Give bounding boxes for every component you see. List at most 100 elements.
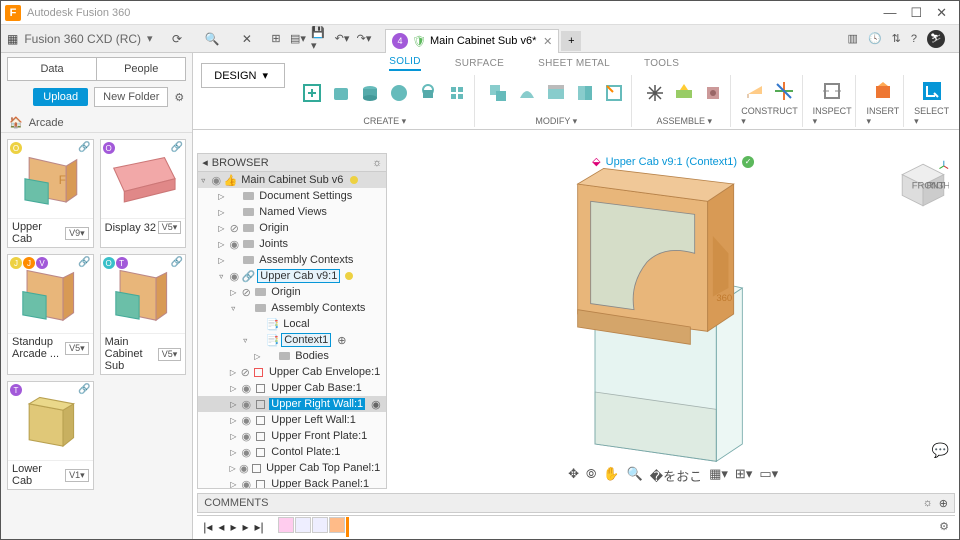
viewcube[interactable]: FRONT RIGHT (897, 159, 949, 211)
tree-node[interactable]: Upper Right Wall:1 (269, 398, 365, 410)
comments-options-icon[interactable]: ☼ (923, 497, 933, 509)
ribbon-tab[interactable]: SOLID (389, 56, 421, 71)
pan-icon[interactable]: ✋ (603, 466, 619, 485)
browser-options-icon[interactable]: ☼ (372, 157, 382, 169)
viewport-layout-icon[interactable]: ▭▾ (759, 466, 778, 485)
ribbon-tool[interactable] (444, 78, 470, 108)
asset-version[interactable]: V5▾ (158, 221, 182, 234)
tree-expand-icon[interactable]: ▷ (228, 288, 238, 297)
tree-node[interactable]: Upper Back Panel:1 (269, 478, 371, 488)
tree-node[interactable]: Assembly Contexts (257, 254, 355, 266)
asset-card[interactable]: O🔗FUpper CabV9▾ (7, 139, 94, 248)
new-folder-button[interactable]: New Folder (94, 87, 168, 107)
ribbon-tool[interactable] (514, 78, 540, 108)
ribbon-tab[interactable]: TOOLS (644, 58, 679, 69)
project-name[interactable]: Fusion 360 CXD (RC) (24, 32, 141, 46)
tree-node[interactable]: Contol Plate:1 (269, 446, 342, 458)
tree-node[interactable]: Upper Cab Base:1 (269, 382, 364, 394)
visibility-icon[interactable]: ◉ (239, 462, 249, 475)
ribbon-tool[interactable] (357, 78, 383, 108)
visibility-icon[interactable]: ◉ (228, 238, 240, 251)
timeline-start-icon[interactable]: |◂ (203, 520, 212, 534)
ribbon-tab[interactable]: SHEET METAL (538, 58, 610, 69)
tree-expand-icon[interactable]: ▿ (228, 304, 238, 313)
visibility-icon[interactable]: ◉ (240, 446, 252, 459)
visibility-icon[interactable]: ◉ (240, 414, 252, 427)
ribbon-tool[interactable] (700, 78, 726, 108)
tree-node[interactable]: Upper Cab Envelope:1 (267, 366, 382, 378)
grid-icon[interactable]: ⊞▾ (735, 466, 752, 485)
timeline-feature[interactable] (295, 517, 311, 533)
redo-icon[interactable]: ↷▾ (355, 30, 373, 48)
zoom-icon[interactable]: 🔍 (627, 466, 643, 485)
ribbon-tool[interactable] (742, 76, 768, 106)
visibility-icon[interactable]: ⊘ (240, 366, 251, 379)
workspace-switcher[interactable]: DESIGN▾ (201, 63, 285, 88)
visibility-icon[interactable]: ◉ (240, 398, 252, 411)
visibility-icon[interactable]: ◉ (240, 430, 252, 443)
tree-expand-icon[interactable]: ▿ (216, 272, 226, 281)
tab-people[interactable]: People (97, 57, 186, 81)
tree-node[interactable]: Document Settings (257, 190, 354, 202)
home-icon[interactable]: 🏠 (9, 116, 23, 129)
tree-expand-icon[interactable]: ▷ (216, 208, 226, 217)
minimize-button[interactable]: — (883, 5, 896, 21)
ribbon-tool[interactable] (642, 78, 668, 108)
tree-expand-icon[interactable]: ▷ (228, 368, 237, 377)
tree-node[interactable]: Assembly Contexts (269, 302, 367, 314)
ribbon-group-label[interactable]: SELECT ▾ (914, 106, 949, 127)
timeline-feature[interactable] (278, 517, 294, 533)
ribbon-group-label[interactable]: INSPECT ▾ (813, 106, 852, 127)
tree-expand-icon[interactable]: ▷ (228, 432, 238, 441)
tree-node[interactable]: Context1 (281, 333, 331, 347)
tree-expand-icon[interactable]: ▷ (228, 416, 238, 425)
tree-node[interactable]: Origin (257, 222, 290, 234)
viewport[interactable]: ⬙ Upper Cab v9:1 (Context1) ✓ FRONT RIGH… (391, 153, 955, 489)
timeline-fwd-icon[interactable]: ▸ (242, 520, 248, 534)
tree-expand-icon[interactable]: ▷ (252, 352, 262, 361)
job-status-icon[interactable]: ⇅ (892, 32, 901, 45)
tree-expand-icon[interactable]: ▷ (216, 240, 226, 249)
tab-data[interactable]: Data (7, 57, 97, 81)
timeline-settings-icon[interactable]: ⚙ (939, 520, 949, 533)
search-icon[interactable]: 🔍 (202, 32, 223, 46)
ribbon-group-label[interactable]: ASSEMBLE ▾ (656, 116, 712, 127)
timeline-back-icon[interactable]: ◂ (218, 520, 224, 534)
ribbon-group-label[interactable]: MODIFY ▾ (535, 116, 577, 127)
document-tab[interactable]: 4 🛡 Main Cabinet Sub v6* ✕ (385, 29, 559, 53)
data-settings-icon[interactable]: ⚙ (174, 91, 184, 104)
orbit-icon[interactable]: ✥ (568, 466, 579, 485)
tree-expand-icon[interactable]: ▷ (216, 192, 226, 201)
ribbon-tool[interactable] (771, 76, 797, 106)
ribbon-group-label[interactable]: INSERT ▾ (866, 106, 899, 127)
timeline-end-icon[interactable]: ▸| (255, 520, 264, 534)
notifications-icon[interactable]: 🕓 (868, 32, 882, 45)
asset-version[interactable]: V9▾ (65, 227, 89, 240)
new-tab-button[interactable]: + (561, 31, 581, 51)
breadcrumb[interactable]: 🏠 Arcade (1, 113, 192, 133)
tree-root[interactable]: Main Cabinet Sub v6 (239, 174, 345, 186)
tree-node[interactable]: Upper Front Plate:1 (269, 430, 369, 442)
extensions-icon[interactable]: ▥ (848, 32, 858, 45)
help-icon[interactable]: ? (911, 33, 917, 45)
ribbon-tool[interactable] (386, 78, 412, 108)
undo-icon[interactable]: ↶▾ (333, 30, 351, 48)
ribbon-tool[interactable] (543, 78, 569, 108)
ribbon-tool[interactable] (415, 78, 441, 108)
tab-close-icon[interactable]: ✕ (543, 35, 552, 48)
tree-expand-icon[interactable]: ▷ (228, 384, 238, 393)
tree-node[interactable]: Origin (269, 286, 302, 298)
visibility-icon[interactable]: ◉ (240, 478, 252, 489)
visibility-icon[interactable]: ◉ (228, 270, 240, 283)
tree-expand-icon[interactable]: ▷ (228, 400, 238, 409)
tree-node[interactable]: Bodies (293, 350, 331, 362)
tree-expand-icon[interactable]: ▷ (216, 224, 226, 233)
visibility-icon[interactable]: ◉ (240, 382, 252, 395)
tree-expand-icon[interactable]: ▷ (228, 480, 238, 489)
ribbon-tool[interactable] (671, 78, 697, 108)
tree-expand-icon[interactable]: ▷ (216, 256, 226, 265)
ribbon-tool[interactable] (870, 76, 896, 106)
ribbon-tool[interactable] (572, 78, 598, 108)
data-panel-toggle-icon[interactable]: ▦ (7, 32, 18, 46)
ribbon-group-label[interactable]: CONSTRUCT ▾ (741, 106, 797, 127)
